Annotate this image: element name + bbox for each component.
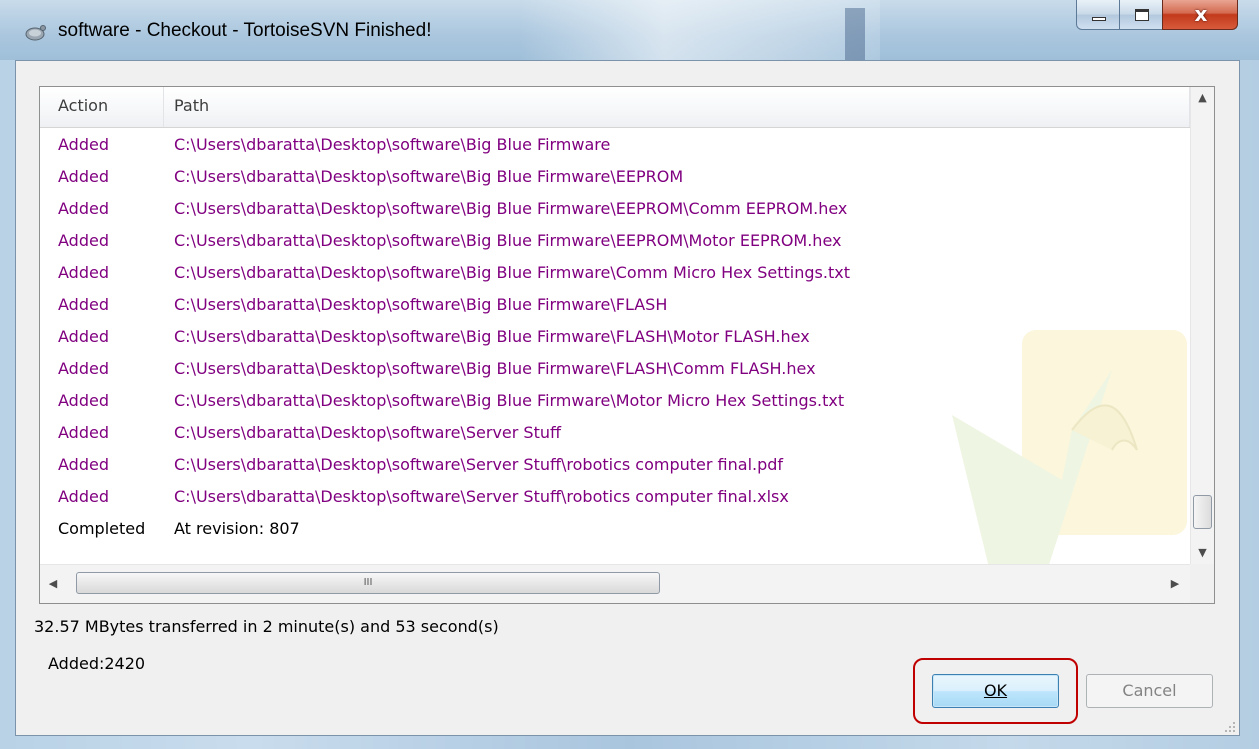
list-row[interactable]: Added C:\Users\dbaratta\Desktop\software\… — [40, 225, 1190, 257]
added-count: Added:2420 — [48, 654, 146, 673]
row-action: Added — [58, 391, 109, 410]
resize-grip-icon[interactable] — [1224, 721, 1236, 733]
row-path: C:\Users\dbaratta\Desktop\software\Serve… — [174, 423, 562, 442]
column-divider[interactable] — [163, 87, 164, 127]
row-action: Added — [58, 423, 109, 442]
row-path: C:\Users\dbaratta\Desktop\software\Big B… — [174, 295, 668, 314]
minimize-icon — [1092, 17, 1106, 21]
row-path: C:\Users\dbaratta\Desktop\software\Serve… — [174, 455, 784, 474]
row-path: C:\Users\dbaratta\Desktop\software\Big B… — [174, 391, 845, 410]
scroll-down-arrow-icon[interactable]: ▼ — [1191, 542, 1214, 564]
row-path: C:\Users\dbaratta\Desktop\software\Big B… — [174, 167, 684, 186]
list-row-completed[interactable]: Completed At revision: 807 — [40, 513, 1190, 545]
column-header-path[interactable]: Path — [174, 96, 209, 115]
tortoisesvn-app-icon[interactable] — [24, 22, 46, 42]
window-frame: software - Checkout - TortoiseSVN Finish… — [0, 0, 1259, 749]
list-row[interactable]: Added C:\Users\dbaratta\Desktop\software\… — [40, 481, 1190, 513]
ok-button[interactable]: OK — [932, 674, 1059, 708]
row-action: Added — [58, 135, 109, 154]
row-action: Added — [58, 359, 109, 378]
row-action: Added — [58, 263, 109, 282]
row-action: Added — [58, 167, 109, 186]
minimize-button[interactable] — [1076, 0, 1120, 30]
row-path: C:\Users\dbaratta\Desktop\software\Big B… — [174, 327, 810, 346]
row-path: At revision: 807 — [174, 519, 300, 538]
list-row[interactable]: Added C:\Users\dbaratta\Desktop\software\… — [40, 257, 1190, 289]
results-list[interactable]: Action Path Added C:\Users\dbaratta\Deskt… — [39, 86, 1215, 604]
vertical-scroll-thumb[interactable] — [1193, 495, 1212, 529]
row-path: C:\Users\dbaratta\Desktop\software\Big B… — [174, 263, 850, 282]
list-row[interactable]: Added C:\Users\dbaratta\Desktop\software\… — [40, 193, 1190, 225]
close-button[interactable]: x — [1162, 0, 1238, 30]
row-action: Added — [58, 199, 109, 218]
maximize-icon — [1135, 9, 1149, 21]
scrollbar-corner — [1190, 564, 1214, 603]
scroll-up-arrow-icon[interactable]: ▲ — [1191, 87, 1214, 109]
title-bar[interactable]: software - Checkout - TortoiseSVN Finish… — [0, 0, 1259, 60]
row-action: Added — [58, 455, 109, 474]
dialog-client-area: Action Path Added C:\Users\dbaratta\Deskt… — [15, 60, 1240, 736]
row-path: C:\Users\dbaratta\Desktop\software\Big B… — [174, 231, 842, 250]
row-action: Added — [58, 231, 109, 250]
maximize-button[interactable] — [1119, 0, 1163, 30]
row-path: C:\Users\dbaratta\Desktop\software\Serve… — [174, 487, 789, 506]
list-row[interactable]: Added C:\Users\dbaratta\Desktop\software\… — [40, 449, 1190, 481]
transfer-summary: 32.57 MBytes transferred in 2 minute(s) … — [34, 617, 499, 636]
ok-button-label: OK — [983, 681, 1008, 700]
list-row[interactable]: Added C:\Users\dbaratta\Desktop\software\… — [40, 161, 1190, 193]
vertical-scrollbar[interactable]: ▲ ▼ — [1190, 87, 1214, 564]
row-action: Added — [58, 295, 109, 314]
list-row[interactable]: Added C:\Users\dbaratta\Desktop\software\… — [40, 129, 1190, 161]
list-row[interactable]: Added C:\Users\dbaratta\Desktop\software\… — [40, 417, 1190, 449]
list-row[interactable]: Added C:\Users\dbaratta\Desktop\software\… — [40, 289, 1190, 321]
list-row[interactable]: Added C:\Users\dbaratta\Desktop\software\… — [40, 385, 1190, 417]
column-header-action[interactable]: Action — [58, 96, 108, 115]
row-path: C:\Users\dbaratta\Desktop\software\Big B… — [174, 359, 816, 378]
window-title: software - Checkout - TortoiseSVN Finish… — [58, 20, 432, 41]
row-action: Added — [58, 487, 109, 506]
horizontal-scroll-thumb[interactable]: III — [76, 572, 660, 594]
row-path: C:\Users\dbaratta\Desktop\software\Big B… — [174, 135, 611, 154]
close-icon: x — [1194, 2, 1208, 26]
row-action: Added — [58, 327, 109, 346]
column-header: Action Path — [40, 87, 1190, 128]
scroll-right-arrow-icon[interactable]: ▶ — [1164, 565, 1186, 603]
list-row[interactable]: Added C:\Users\dbaratta\Desktop\software\… — [40, 321, 1190, 353]
row-path: C:\Users\dbaratta\Desktop\software\Big B… — [174, 199, 848, 218]
horizontal-scrollbar[interactable]: ◀ III ▶ — [40, 564, 1190, 603]
list-row[interactable]: Added C:\Users\dbaratta\Desktop\software\… — [40, 353, 1190, 385]
scroll-left-arrow-icon[interactable]: ◀ — [42, 565, 64, 603]
list-rows: Added C:\Users\dbaratta\Desktop\software\… — [40, 129, 1190, 545]
row-action: Completed — [58, 519, 146, 538]
caption-buttons: x — [1076, 0, 1238, 34]
cancel-button[interactable]: Cancel — [1086, 674, 1213, 708]
